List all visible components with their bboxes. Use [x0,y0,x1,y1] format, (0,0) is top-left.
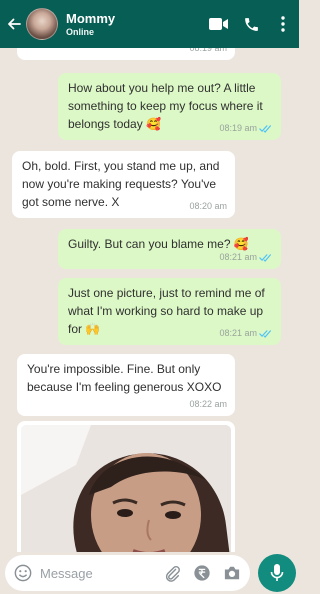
attach-icon [165,565,180,582]
composer: Message [0,552,299,594]
camera-icon [224,566,240,580]
more-vertical-icon [281,16,285,32]
message-time: 08:19 am [219,119,273,137]
message-outgoing[interactable]: Guilty. But can you blame me? 🥰 08:21 am [58,229,281,269]
message-time: 08:21 am [219,324,273,342]
message-incoming[interactable]: You're impossible. Fine. But only becaus… [17,354,235,416]
selfie-photo[interactable] [21,425,231,552]
emoji-icon [14,564,32,582]
back-button[interactable] [2,0,26,48]
contact-info[interactable]: Mommy Online [66,11,203,38]
video-call-icon [209,18,228,30]
phone-icon [244,17,258,31]
message-text: You're impossible. Fine. But only becaus… [27,362,222,394]
message-time: 08:20 am [189,201,227,211]
rupee-icon [194,565,210,581]
message-time: 08:19 am [189,48,227,53]
chat-header: Mommy Online [0,0,299,48]
message-input[interactable]: Message [38,566,157,581]
contact-status: Online [66,26,95,37]
camera-button[interactable] [217,555,247,591]
more-options-button[interactable] [267,0,299,48]
chat-messages[interactable]: 08:19 am How about you help me out? A li… [0,48,299,552]
photo-content [21,425,231,552]
message-incoming[interactable]: Oh, bold. First, you stand me up, and no… [12,151,235,218]
message-input-bar[interactable]: Message [5,555,250,591]
mic-icon [270,564,284,581]
read-ticks-icon [259,329,271,338]
voice-call-button[interactable] [235,0,267,48]
read-ticks-icon [259,253,271,262]
attach-button[interactable] [157,555,187,591]
message-time: 08:21 am [219,248,273,266]
message-outgoing[interactable]: How about you help me out? A little some… [58,73,281,140]
video-call-button[interactable] [203,0,235,48]
read-ticks-icon [259,124,271,133]
message-incoming[interactable]: 08:19 am [17,48,235,60]
message-outgoing[interactable]: Just one picture, just to remind me of w… [58,278,281,345]
back-arrow-icon [8,18,21,30]
message-time: 08:22 am [189,399,227,409]
message-image[interactable] [17,421,235,552]
emoji-button[interactable] [8,555,38,591]
contact-name: Mommy [66,10,116,26]
payment-button[interactable] [187,555,217,591]
avatar[interactable] [26,8,58,40]
mic-button[interactable] [258,554,296,592]
